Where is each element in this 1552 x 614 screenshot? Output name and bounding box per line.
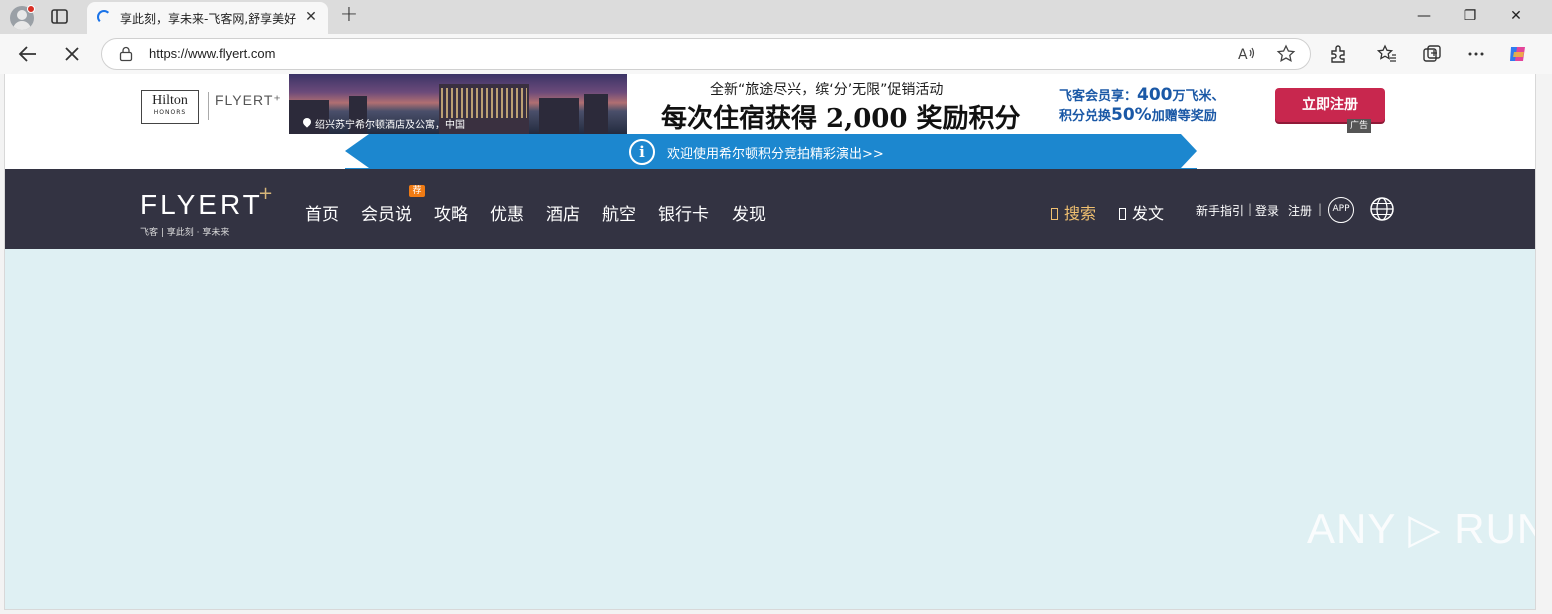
post-link[interactable]: 发文 [1119,200,1164,224]
more-menu-icon[interactable] [1465,43,1487,65]
logo-word: FLYERT [140,189,263,220]
copilot-icon[interactable] [1507,43,1529,65]
tab-strip: 享此刻，享未来-飞客网,舒享美好 ✕ + — ❐ ✕ [0,0,1552,34]
search-icon [1051,208,1058,220]
beginner-guide-link[interactable]: 新手指引 [1196,202,1244,219]
member-line-2: 积分兑换50%加赠等奖励 [1059,106,1259,126]
favorite-star-icon[interactable] [1276,44,1296,64]
nav-airlines[interactable]: 航空 [602,200,636,225]
ad-logos: Hilton HONORS FLYERT⁺ [141,90,287,126]
minimize-button[interactable]: — [1413,5,1435,27]
hilton-word: Hilton [152,93,188,108]
lock-icon[interactable] [119,46,133,62]
ad-logo-divider [208,92,209,120]
login-link[interactable]: 登录 [1255,202,1279,219]
tab-close-icon[interactable]: ✕ [303,9,319,25]
search-label: 搜索 [1064,204,1097,223]
globe-icon[interactable] [1369,196,1395,222]
nav-hotels[interactable]: 酒店 [546,200,580,225]
member-line-1: 飞客会员享：400万飞米、 [1059,86,1259,106]
ad-member-benefits: 飞客会员享：400万飞米、 积分兑换50%加赠等奖励 [1059,86,1259,126]
new-tab-button[interactable]: + [338,4,360,27]
nav-deals[interactable]: 优惠 [490,200,524,225]
nav-bank-cards[interactable]: 银行卡 [658,200,709,225]
anyrun-watermark: ANY ▷ RUN [1307,505,1536,552]
post-label: 发文 [1132,204,1165,223]
svg-text:A: A [1238,47,1248,63]
photo-caption: 绍兴苏宁希尔顿酒店及公寓，中国 [315,120,465,131]
ad-flyert-logo: FLYERT⁺ [215,92,282,108]
search-link[interactable]: 搜索 [1051,200,1096,224]
page-viewport: Hilton HONORS FLYERT⁺ 绍兴苏宁希尔顿酒店及公寓，中国 全新… [4,74,1536,610]
recommend-badge: 荐 [409,185,425,197]
active-tab[interactable]: 享此刻，享未来-飞客网,舒享美好 ✕ [87,2,328,34]
ad-label: 广告 [1347,119,1371,133]
post-icon [1119,208,1126,220]
collections-icon[interactable] [1421,43,1443,65]
nav-member-talk[interactable]: 会员说 [361,200,412,225]
stop-loading-icon[interactable] [60,42,84,66]
close-window-button[interactable]: ✕ [1505,5,1527,27]
notice-ribbon[interactable]: i 欢迎使用希尔顿积分竞拍精彩演出>> [345,134,1197,169]
hilton-logo: Hilton HONORS [141,90,199,124]
nav-discover[interactable]: 发现 [732,200,766,225]
member-line-1-prefix: 飞客会员享： [1059,89,1138,104]
register-now-button[interactable]: 立即注册 [1275,88,1385,122]
favorites-icon[interactable] [1376,43,1398,65]
back-arrow-icon[interactable] [16,42,40,66]
hotel-photo: 绍兴苏宁希尔顿酒店及公寓，中国 [289,74,627,134]
extensions-icon[interactable] [1328,43,1350,65]
member-line-2-prefix: 积分兑换 [1059,109,1112,124]
member-line-1-suffix: 万飞米、 [1172,89,1225,104]
notification-dot [27,5,35,13]
info-icon: i [629,139,655,165]
tab-actions-icon[interactable] [50,8,70,26]
tab-title: 享此刻，享未来-飞客网,舒享美好 [120,12,296,26]
site-navbar: FLYERT + 飞客 | 享此刻 · 享未来 首页 会员说 荐 攻略 优惠 酒… [5,169,1535,249]
read-aloud-icon[interactable]: A [1236,44,1256,64]
address-bar[interactable]: https://www.flyert.com A [101,38,1311,70]
member-line-2-suffix: 加赠等奖励 [1151,109,1217,124]
loading-spinner-icon [97,10,111,24]
logo-plus: + [258,183,274,204]
honors-word: HONORS [153,109,187,116]
browser-toolbar: https://www.flyert.com A [0,34,1552,74]
nav-guides[interactable]: 攻略 [434,200,468,225]
ad-headline-small: 全新“旅途尽兴，缤‘分’无限”促销活动 [710,82,944,98]
notice-text[interactable]: 欢迎使用希尔顿积分竞拍精彩演出>> [667,143,884,162]
logo-tagline: 飞客 | 享此刻 · 享未来 [140,228,230,238]
app-icon[interactable]: APP [1328,197,1354,223]
nav-home[interactable]: 首页 [305,200,339,225]
flyert-logo[interactable]: FLYERT + 飞客 | 享此刻 · 享未来 [140,183,280,238]
url-text[interactable]: https://www.flyert.com [149,46,275,61]
register-link[interactable]: 注册 [1288,202,1312,219]
member-line-1-highlight: 400 [1137,85,1173,105]
member-line-2-highlight: 50% [1111,105,1152,125]
ad-headline-big: 每次住宿获得 2,000 奖励积分 [661,104,1021,134]
restore-button[interactable]: ❐ [1459,5,1481,27]
